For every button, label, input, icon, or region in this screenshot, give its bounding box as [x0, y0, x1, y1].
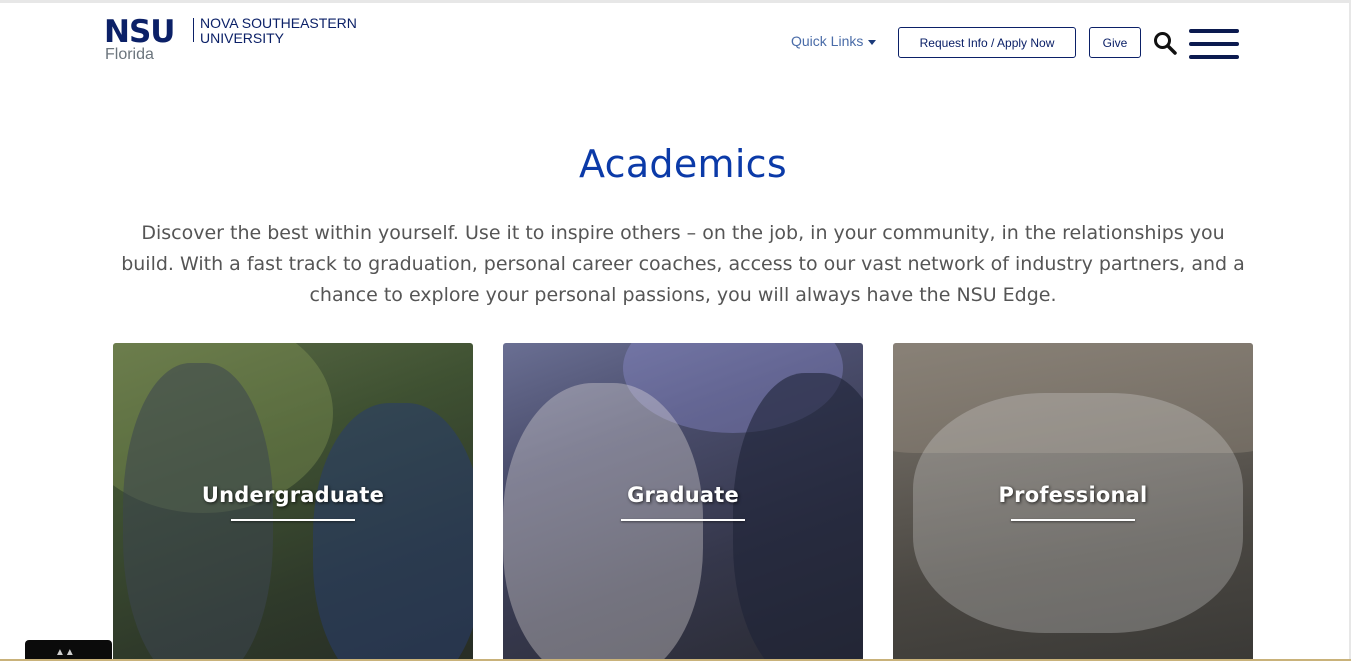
give-button[interactable]: Give	[1089, 27, 1141, 58]
card-label-professional: Professional	[998, 483, 1148, 507]
photo-figure-left	[123, 363, 273, 661]
card-underline	[231, 519, 355, 521]
logo-abbr: NSU	[104, 14, 175, 50]
card-label-graduate: Graduate	[627, 483, 739, 507]
logo-divider	[193, 18, 194, 42]
search-icon[interactable]	[1153, 31, 1177, 55]
quick-links-label: Quick Links	[791, 33, 864, 49]
card-graduate[interactable]: Graduate	[503, 343, 863, 661]
intro-paragraph: Discover the best within yourself. Use i…	[121, 222, 1245, 306]
logo-university-name: NOVA SOUTHEASTERN UNIVERSITY	[200, 15, 357, 46]
chevron-up-icon: ▲▲	[55, 647, 75, 658]
card-professional[interactable]: Professional	[893, 343, 1253, 661]
card-undergraduate[interactable]: Undergraduate	[113, 343, 473, 661]
logo-location: Florida	[105, 46, 154, 63]
photo-figure-right	[733, 373, 863, 661]
bottom-widget-tab[interactable]: ▲▲	[25, 640, 112, 661]
hamburger-menu-icon[interactable]	[1189, 29, 1239, 61]
chevron-down-icon	[868, 39, 877, 45]
card-label-undergraduate: Undergraduate	[201, 483, 385, 507]
photo-figure-left	[503, 383, 703, 661]
request-info-apply-button[interactable]: Request Info / Apply Now	[898, 27, 1076, 58]
page-title: Academics	[579, 142, 787, 186]
quick-links-dropdown[interactable]: Quick Links	[791, 33, 877, 49]
card-underline	[1011, 519, 1135, 521]
photo-figure-right	[313, 403, 473, 661]
card-underline	[621, 519, 745, 521]
top-border	[0, 0, 1351, 3]
photo-figures-group	[913, 393, 1243, 633]
